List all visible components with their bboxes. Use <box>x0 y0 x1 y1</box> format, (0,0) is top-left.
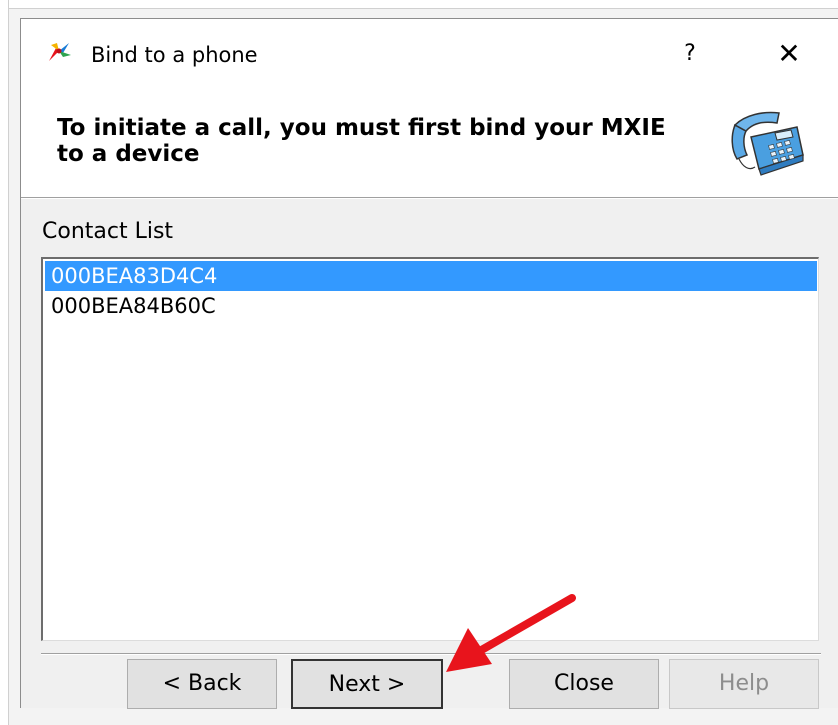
button-divider <box>41 653 821 655</box>
next-button[interactable]: Next > <box>291 659 443 709</box>
window-title: Bind to a phone <box>91 43 258 67</box>
instruction-heading: To initiate a call, you must first bind … <box>57 115 666 167</box>
wizard-header: To initiate a call, you must first bind … <box>21 89 838 197</box>
close-icon[interactable]: ✕ <box>769 37 809 71</box>
back-button[interactable]: < Back <box>127 659 277 709</box>
help-icon[interactable]: ? <box>673 37 707 71</box>
bind-to-phone-dialog: Bind to a phone ? ✕ To initiate a call, … <box>20 18 838 709</box>
background-edge-top <box>0 0 838 9</box>
contact-list-label: Contact List <box>42 219 174 244</box>
mxie-app-icon <box>49 43 71 61</box>
desk-phone-icon <box>731 111 804 176</box>
list-item[interactable]: 000BEA83D4C4 <box>45 261 817 291</box>
list-item[interactable]: 000BEA84B60C <box>45 291 817 321</box>
header-divider <box>21 197 838 199</box>
close-button[interactable]: Close <box>509 659 659 709</box>
help-button[interactable]: Help <box>669 659 819 709</box>
contact-listbox[interactable]: 000BEA83D4C4 000BEA84B60C <box>41 257 819 641</box>
background-edge-left <box>0 0 9 725</box>
title-bar[interactable]: Bind to a phone ? ✕ <box>21 19 838 89</box>
